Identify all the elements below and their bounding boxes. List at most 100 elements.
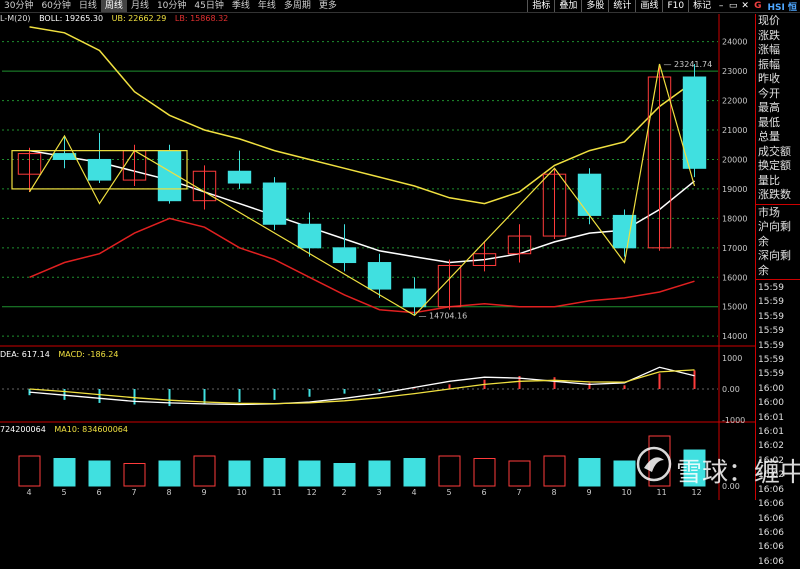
time-item-2: 15:59 bbox=[756, 310, 800, 324]
volume-bar-4 bbox=[159, 461, 180, 486]
time-item-18: 16:06 bbox=[756, 540, 800, 554]
x-tick-0: 4 bbox=[27, 488, 32, 497]
price-tick-6: 18000 bbox=[722, 214, 747, 223]
candle-body-2 bbox=[88, 159, 110, 180]
volume-bar-13 bbox=[474, 459, 495, 487]
ticker-name[interactable]: HSI 恒 bbox=[765, 0, 800, 13]
volume-bar-11 bbox=[404, 459, 425, 487]
x-tick-16: 9 bbox=[587, 488, 592, 497]
candle-body-6 bbox=[228, 171, 250, 183]
time-item-9: 16:01 bbox=[756, 411, 800, 425]
market-label-2: 深向剩余 bbox=[756, 249, 800, 278]
candle-body-11 bbox=[403, 289, 425, 307]
volume-bar-12 bbox=[439, 456, 460, 486]
quote-label-9: 成交额 bbox=[756, 145, 800, 160]
volume-bar-6 bbox=[229, 461, 250, 486]
price-tick-1: 23000 bbox=[722, 67, 747, 76]
price-tick-3: 21000 bbox=[722, 126, 747, 135]
volume-bar-0 bbox=[19, 456, 40, 486]
quote-label-7: 最低 bbox=[756, 116, 800, 131]
time-item-0: 15:59 bbox=[756, 281, 800, 295]
time-item-7: 16:00 bbox=[756, 382, 800, 396]
x-tick-1: 5 bbox=[62, 488, 67, 497]
x-tick-4: 8 bbox=[167, 488, 172, 497]
quote-label-6: 最高 bbox=[756, 101, 800, 116]
quote-label-3: 振幅 bbox=[756, 58, 800, 73]
volume-bar-8 bbox=[299, 461, 320, 486]
volume-bar-1 bbox=[54, 459, 75, 487]
volume-bar-16 bbox=[579, 459, 600, 487]
time-item-4: 15:59 bbox=[756, 339, 800, 353]
candle-body-16 bbox=[578, 174, 600, 215]
x-tick-7: 11 bbox=[272, 488, 282, 497]
quote-label-2: 涨幅 bbox=[756, 43, 800, 58]
kline-chart[interactable]: 2400023000220002100020000190001800017000… bbox=[0, 0, 755, 500]
volume-bar-7 bbox=[264, 459, 285, 487]
quote-label-1: 涨跌 bbox=[756, 29, 800, 44]
x-tick-3: 7 bbox=[132, 488, 137, 497]
x-tick-12: 5 bbox=[447, 488, 452, 497]
time-item-10: 16:01 bbox=[756, 425, 800, 439]
time-item-17: 16:06 bbox=[756, 526, 800, 540]
x-tick-17: 10 bbox=[622, 488, 632, 497]
volume-bar-9 bbox=[334, 464, 355, 487]
x-tick-2: 6 bbox=[97, 488, 102, 497]
price-tick-4: 20000 bbox=[722, 155, 747, 164]
x-tick-9: 2 bbox=[342, 488, 347, 497]
x-tick-11: 4 bbox=[412, 488, 417, 497]
time-item-6: 15:59 bbox=[756, 367, 800, 381]
volume-bar-2 bbox=[89, 461, 110, 486]
x-tick-8: 12 bbox=[307, 488, 317, 497]
quote-label-11: 量比 bbox=[756, 174, 800, 189]
time-item-3: 15:59 bbox=[756, 324, 800, 338]
x-tick-13: 6 bbox=[482, 488, 487, 497]
macd-tick-2: -1000 bbox=[722, 416, 745, 425]
time-item-19: 16:06 bbox=[756, 555, 800, 569]
time-item-16: 16:06 bbox=[756, 512, 800, 526]
x-tick-14: 7 bbox=[517, 488, 522, 497]
price-tick-0: 24000 bbox=[722, 38, 747, 47]
x-tick-18: 11 bbox=[657, 488, 667, 497]
price-tick-7: 17000 bbox=[722, 244, 747, 253]
price-tick-9: 15000 bbox=[722, 303, 747, 312]
quote-label-12: 涨跌数 bbox=[756, 188, 800, 203]
volume-bar-10 bbox=[369, 461, 390, 486]
market-label-1: 沪向剩余 bbox=[756, 220, 800, 249]
candle-body-19 bbox=[683, 77, 705, 168]
snowball-logo-icon bbox=[636, 446, 672, 482]
x-tick-15: 8 bbox=[552, 488, 557, 497]
time-item-1: 15:59 bbox=[756, 295, 800, 309]
macd-tick-1: 0.00 bbox=[722, 385, 740, 394]
candle-body-1 bbox=[53, 154, 75, 160]
low-annotation: — 14704.16 bbox=[419, 311, 468, 320]
quote-label-10: 换定额 bbox=[756, 159, 800, 174]
quote-label-5: 今开 bbox=[756, 87, 800, 102]
time-item-5: 15:59 bbox=[756, 353, 800, 367]
time-list: 15:5915:5915:5915:5915:5915:5915:5916:00… bbox=[756, 281, 800, 569]
quote-label-8: 总量 bbox=[756, 130, 800, 145]
time-item-15: 16:06 bbox=[756, 497, 800, 511]
volume-bar-5 bbox=[194, 456, 215, 486]
market-labels: 市场沪向剩余深向剩余 bbox=[756, 206, 800, 279]
watermark-text: 雪球：缠中 bbox=[676, 452, 800, 489]
volume-bar-14 bbox=[509, 461, 530, 486]
time-item-8: 16:00 bbox=[756, 396, 800, 410]
candle-body-9 bbox=[333, 248, 355, 263]
x-tick-6: 10 bbox=[237, 488, 247, 497]
side-panel: 现价涨跌涨幅振幅昨收今开最高最低总量成交额换定额量比涨跌数 市场沪向剩余深向剩余… bbox=[755, 14, 800, 500]
market-label-0: 市场 bbox=[756, 206, 800, 221]
macd-dea-line bbox=[30, 370, 695, 404]
candle-body-8 bbox=[298, 224, 320, 248]
quote-label-4: 昨收 bbox=[756, 72, 800, 87]
candle-body-7 bbox=[263, 183, 285, 224]
volume-bar-17 bbox=[614, 461, 635, 486]
x-tick-10: 3 bbox=[377, 488, 382, 497]
x-tick-19: 12 bbox=[692, 488, 702, 497]
price-tick-2: 22000 bbox=[722, 97, 747, 106]
x-tick-5: 9 bbox=[202, 488, 207, 497]
candle-body-10 bbox=[368, 263, 390, 290]
volume-bar-15 bbox=[544, 456, 565, 486]
price-tick-8: 16000 bbox=[722, 273, 747, 282]
price-tick-10: 14000 bbox=[722, 332, 747, 341]
macd-tick-0: 1000 bbox=[722, 354, 742, 363]
